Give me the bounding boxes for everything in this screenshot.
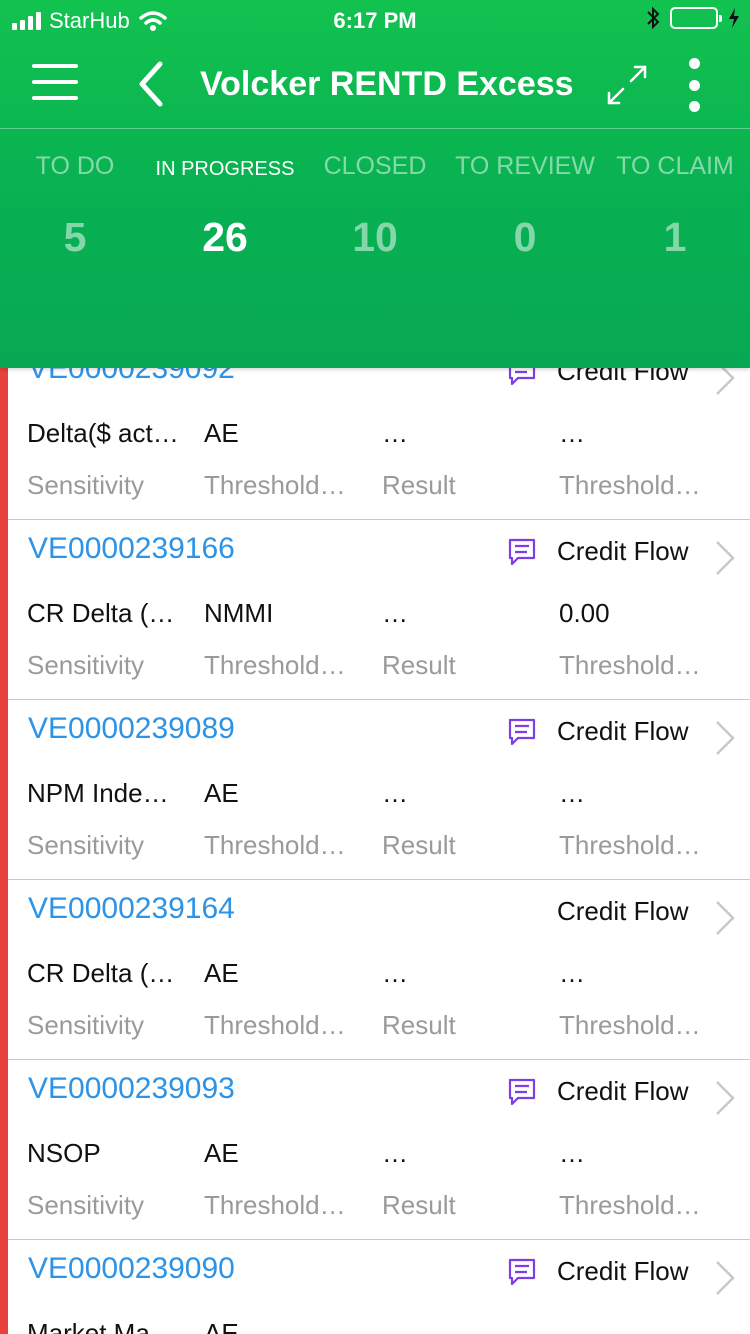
result-label: Result	[382, 650, 456, 680]
nav-bar: Volcker RENTD Excess	[0, 40, 750, 129]
sensitivity-value: NSOP	[27, 1138, 101, 1168]
sensitivity-value: CR Delta (…	[27, 598, 175, 628]
chevron-right-icon[interactable]	[712, 538, 738, 578]
sensitivity-value: NPM Inde…	[27, 778, 169, 808]
tab-label: TO REVIEW	[455, 152, 595, 180]
menu-icon[interactable]	[32, 64, 78, 104]
threshold2-label: Threshold…	[559, 470, 701, 500]
back-icon[interactable]	[130, 58, 170, 110]
bluetooth-icon	[647, 6, 660, 30]
sensitivity-value: Market Ma…	[27, 1318, 176, 1334]
threshold-value: AE	[204, 418, 239, 448]
item-type: Credit Flow	[557, 1256, 689, 1286]
result-value: …	[382, 778, 408, 808]
chevron-right-icon[interactable]	[712, 1258, 738, 1298]
item-type: Credit Flow	[557, 716, 689, 746]
item-type: Credit Flow	[557, 896, 689, 926]
comment-icon	[508, 718, 536, 746]
item-type: Credit Flow	[557, 1076, 689, 1106]
tab-count: 0	[513, 214, 537, 260]
tab-count: 1	[663, 214, 687, 260]
status-bar: StarHub 6:17 PM	[0, 0, 750, 40]
expand-icon[interactable]	[604, 62, 650, 108]
threshold2-value: …	[559, 418, 585, 448]
chevron-right-icon[interactable]	[712, 718, 738, 758]
list-item[interactable]: VE0000239093 Credit Flow NSOP AE … … Sen…	[0, 1060, 750, 1240]
item-id-link[interactable]: VE0000239166	[28, 532, 235, 566]
list-item[interactable]: VE0000239164 Credit Flow CR Delta (… AE …	[0, 880, 750, 1060]
priority-accent-bar	[0, 368, 8, 1334]
tab-label: CLOSED	[323, 152, 427, 180]
item-id-link[interactable]: VE0000239089	[28, 712, 235, 746]
tab-count: 5	[63, 214, 87, 260]
threshold-value: AE	[204, 778, 239, 808]
threshold-label: Threshold…	[204, 1190, 346, 1220]
threshold2-value: 0.00	[559, 598, 610, 628]
app-header: StarHub 6:17 PM Volcker RENTD Excess TO …	[0, 0, 750, 368]
threshold-label: Threshold…	[204, 1010, 346, 1040]
threshold-value: AE	[204, 958, 239, 988]
sensitivity-label: Sensitivity	[27, 1190, 145, 1220]
tab-label: TO CLAIM	[616, 152, 734, 180]
result-label: Result	[382, 1190, 456, 1220]
threshold2-value: …	[559, 1138, 585, 1168]
sensitivity-label: Sensitivity	[27, 1010, 145, 1040]
sensitivity-value: CR Delta (…	[27, 958, 175, 988]
threshold-label: Threshold…	[204, 830, 346, 860]
tab-label: TO DO	[35, 152, 115, 180]
more-options-icon[interactable]	[680, 58, 708, 112]
threshold-value: AE	[204, 1138, 239, 1168]
status-right	[646, 6, 740, 30]
item-id-link[interactable]: VE0000239164	[28, 892, 235, 926]
result-value: …	[382, 1138, 408, 1168]
tab-label: IN PROGRESS	[155, 158, 295, 180]
threshold2-label: Threshold…	[559, 830, 701, 860]
tab-count: 26	[202, 214, 248, 260]
item-id-link[interactable]: VE0000239090	[28, 1252, 235, 1286]
comment-icon	[508, 1258, 536, 1286]
status-tabs: TO DO 5 IN PROGRESS 26 CLOSED 10 TO REVI…	[0, 128, 750, 268]
sensitivity-label: Sensitivity	[27, 470, 145, 500]
threshold-value: AE	[204, 1318, 239, 1334]
battery-icon	[670, 7, 722, 29]
sensitivity-label: Sensitivity	[27, 830, 145, 860]
threshold2-label: Threshold…	[559, 1190, 701, 1220]
item-type: Credit Flow	[557, 536, 689, 566]
page-title: Volcker RENTD Excess	[200, 65, 574, 103]
status-time: 6:17 PM	[333, 8, 417, 33]
threshold2-label: Threshold…	[559, 1010, 701, 1040]
result-label: Result	[382, 830, 456, 860]
tab-count: 10	[352, 214, 398, 260]
result-label: Result	[382, 1010, 456, 1040]
threshold-label: Threshold…	[204, 650, 346, 680]
threshold-label: Threshold…	[204, 470, 346, 500]
threshold2-label: Threshold…	[559, 650, 701, 680]
item-id-link[interactable]: VE0000239093	[28, 1072, 235, 1106]
list-item[interactable]: VE0000239089 Credit Flow NPM Inde… AE … …	[0, 700, 750, 880]
chevron-right-icon[interactable]	[712, 1078, 738, 1118]
result-label: Result	[382, 470, 456, 500]
sensitivity-value: Delta($ act…	[27, 418, 179, 448]
chevron-right-icon[interactable]	[712, 898, 738, 938]
threshold-value: NMMI	[204, 598, 274, 628]
comment-icon	[508, 538, 536, 566]
threshold2-value: …	[559, 778, 585, 808]
threshold2-value: …	[559, 958, 585, 988]
sensitivity-label: Sensitivity	[27, 650, 145, 680]
result-value: …	[382, 958, 408, 988]
list-item[interactable]: VE0000239090 Credit Flow Market Ma… AE	[0, 1240, 750, 1334]
result-value: …	[382, 598, 408, 628]
comment-icon	[508, 1078, 536, 1106]
charging-icon	[729, 8, 739, 28]
result-value: …	[382, 418, 408, 448]
list-item[interactable]: VE0000239166 Credit Flow CR Delta (… NMM…	[0, 520, 750, 700]
